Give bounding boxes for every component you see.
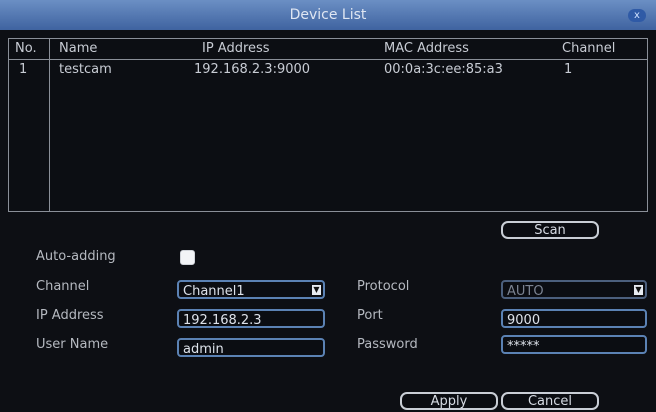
channel-value: Channel1 bbox=[183, 284, 245, 299]
row-name: testcam bbox=[59, 62, 112, 77]
row-no: 1 bbox=[19, 62, 28, 77]
table-header: No. Name IP Address MAC Address Channel bbox=[9, 39, 647, 60]
ip-address-field[interactable]: 192.168.2.3 bbox=[177, 309, 325, 328]
auto-adding-label: Auto-adding bbox=[36, 249, 116, 264]
protocol-value: AUTO bbox=[507, 284, 544, 299]
titlebar: Device List x bbox=[0, 0, 656, 30]
header-name: Name bbox=[59, 41, 98, 56]
ip-address-label: IP Address bbox=[36, 308, 104, 323]
chevron-down-icon: ▼ bbox=[312, 285, 321, 295]
password-label: Password bbox=[357, 337, 418, 352]
protocol-select[interactable]: AUTO ▼ bbox=[501, 280, 647, 299]
port-field[interactable]: 9000 bbox=[501, 309, 647, 328]
header-no: No. bbox=[15, 41, 37, 56]
row-ip: 192.168.2.3:9000 bbox=[194, 62, 311, 77]
window-title: Device List bbox=[289, 7, 367, 23]
channel-select[interactable]: Channel1 ▼ bbox=[177, 280, 325, 299]
header-mac: MAC Address bbox=[384, 41, 469, 56]
auto-adding-checkbox[interactable] bbox=[180, 250, 195, 265]
header-ip: IP Address bbox=[202, 41, 270, 56]
device-list-window: Device List x No. Name IP Address MAC Ad… bbox=[0, 0, 656, 412]
user-name-label: User Name bbox=[36, 337, 109, 352]
user-name-field[interactable]: admin bbox=[177, 338, 325, 357]
header-channel: Channel bbox=[562, 41, 616, 56]
chevron-down-icon: ▼ bbox=[634, 285, 643, 295]
apply-button[interactable]: Apply bbox=[400, 392, 498, 410]
protocol-label: Protocol bbox=[357, 279, 410, 294]
cancel-button[interactable]: Cancel bbox=[501, 392, 599, 410]
channel-label: Channel bbox=[36, 279, 90, 294]
row-mac: 00:0a:3c:ee:85:a3 bbox=[384, 62, 503, 77]
port-label: Port bbox=[357, 308, 383, 323]
row-channel: 1 bbox=[564, 62, 573, 77]
device-table: No. Name IP Address MAC Address Channel … bbox=[8, 38, 648, 212]
scan-button[interactable]: Scan bbox=[501, 221, 599, 239]
close-button[interactable]: x bbox=[628, 9, 646, 22]
close-icon: x bbox=[634, 10, 640, 21]
password-field[interactable]: ***** bbox=[501, 335, 647, 354]
table-row[interactable]: 1 testcam 192.168.2.3:9000 00:0a:3c:ee:8… bbox=[9, 60, 647, 80]
